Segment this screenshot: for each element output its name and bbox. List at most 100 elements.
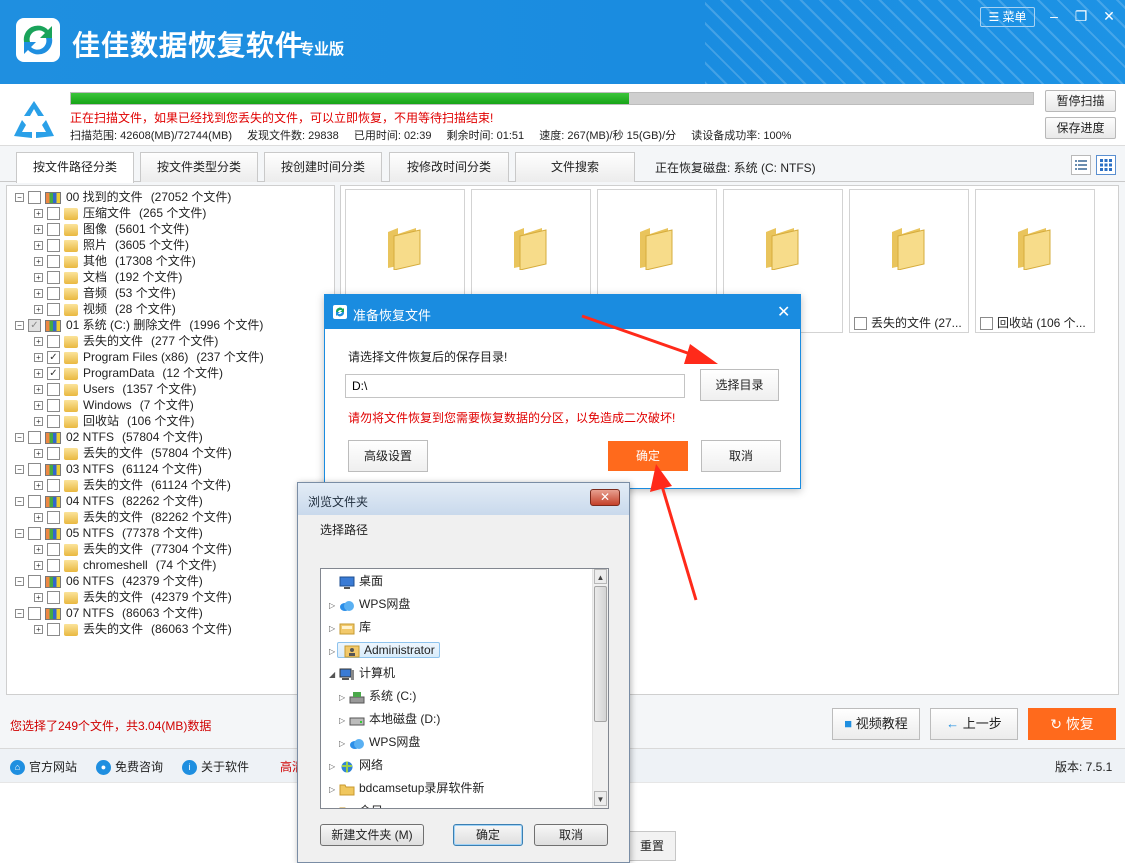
browse-ok-button[interactable]: 确定	[453, 824, 523, 846]
folder-tree-item[interactable]: ▷ 网络	[329, 755, 383, 776]
folder-tile[interactable]: 回收站 (106 个...	[975, 189, 1095, 333]
tree-checkbox[interactable]	[47, 223, 60, 237]
tree-checkbox[interactable]	[47, 271, 60, 285]
tree-checkbox[interactable]	[28, 527, 41, 541]
tree-checkbox[interactable]	[47, 303, 60, 317]
scroll-down-icon[interactable]: ▼	[594, 791, 607, 806]
tree-item[interactable]: − 00 找到的文件 (27052 个文件)	[15, 189, 231, 205]
tree-item[interactable]: − ✓ 01 系统 (C:) 删除文件 (1996 个文件)	[15, 317, 263, 333]
expand-icon[interactable]: ▷	[339, 687, 347, 708]
tree-item[interactable]: − 07 NTFS (86063 个文件)	[15, 605, 203, 621]
folder-tree-item[interactable]: ▷ 本地磁盘 (D:)	[339, 709, 440, 730]
tree-item[interactable]: + 回收站 (106 个文件)	[34, 413, 194, 429]
browse-cancel-button[interactable]: 取消	[534, 824, 608, 846]
folder-tile[interactable]: 丢失的文件 (27...	[849, 189, 969, 333]
save-progress-button[interactable]: 保存进度	[1045, 117, 1116, 139]
collapse-icon[interactable]: ◢	[329, 664, 337, 685]
tab-path[interactable]: 按文件路径分类	[16, 152, 134, 183]
tree-checkbox[interactable]	[28, 575, 41, 589]
tile-checkbox[interactable]	[980, 317, 993, 331]
tree-item[interactable]: − 02 NTFS (57804 个文件)	[15, 429, 203, 445]
folder-tree-item[interactable]: ▷ bdcamsetup录屏软件新	[329, 778, 484, 799]
expand-icon[interactable]: +	[34, 369, 43, 379]
collapse-icon[interactable]: −	[15, 497, 24, 507]
tree-item[interactable]: + 文档 (192 个文件)	[34, 269, 182, 285]
folder-tree-item[interactable]: ▷ 库	[329, 617, 371, 638]
tree-checkbox[interactable]	[47, 239, 60, 253]
expand-icon[interactable]: +	[34, 225, 43, 235]
folder-tree-item[interactable]: ▷ WPS网盘	[329, 594, 410, 615]
vertical-scrollbar[interactable]: ▲ ▼	[592, 569, 608, 808]
tree-checkbox[interactable]: ✓	[47, 351, 60, 365]
video-tutorial-button[interactable]: ■ 视频教程	[832, 708, 920, 740]
confirm-button[interactable]: 确定	[608, 441, 688, 471]
about-link[interactable]: i 关于软件	[182, 758, 249, 776]
expand-icon[interactable]: +	[34, 449, 43, 459]
tree-item[interactable]: + 丢失的文件 (277 个文件)	[34, 333, 218, 349]
tree-item[interactable]: + 图像 (5601 个文件)	[34, 221, 189, 237]
tree-checkbox[interactable]	[47, 415, 60, 429]
new-folder-button[interactable]: 新建文件夹 (M)	[320, 824, 424, 846]
selected-folder[interactable]: Administrator	[337, 642, 440, 658]
restore-icon[interactable]: ❐	[1073, 8, 1089, 24]
tree-checkbox[interactable]	[47, 543, 60, 557]
tree-item[interactable]: + 音频 (53 个文件)	[34, 285, 176, 301]
tree-item[interactable]: + 照片 (3605 个文件)	[34, 237, 189, 253]
folder-tree-item[interactable]: ▷ 系统 (C:)	[339, 686, 416, 707]
tree-checkbox[interactable]	[47, 623, 60, 637]
expand-icon[interactable]: +	[34, 241, 43, 251]
tree-item[interactable]: + 丢失的文件 (77304 个文件)	[34, 541, 232, 557]
folder-tree-item[interactable]: 桌面	[329, 571, 383, 592]
tree-checkbox[interactable]	[47, 335, 60, 349]
expand-icon[interactable]: +	[34, 625, 43, 635]
tree-item[interactable]: + 丢失的文件 (82262 个文件)	[34, 509, 232, 525]
tree-item[interactable]: + 丢失的文件 (42379 个文件)	[34, 589, 232, 605]
menu-button[interactable]: ☰ 菜单	[980, 7, 1035, 27]
recover-button[interactable]: ↻ 恢复	[1028, 708, 1116, 740]
collapse-icon[interactable]: −	[15, 321, 24, 331]
collapse-icon[interactable]: −	[15, 193, 24, 203]
collapse-icon[interactable]: −	[15, 433, 24, 443]
minimize-icon[interactable]: –	[1046, 8, 1062, 24]
tree-checkbox[interactable]	[47, 559, 60, 573]
tree-checkbox[interactable]	[47, 479, 60, 493]
tree-checkbox[interactable]	[28, 607, 41, 621]
cancel-button[interactable]: 取消	[701, 440, 781, 472]
tab-created[interactable]: 按创建时间分类	[264, 152, 382, 182]
tree-item[interactable]: + 丢失的文件 (86063 个文件)	[34, 621, 232, 637]
tree-item[interactable]: + 压缩文件 (265 个文件)	[34, 205, 206, 221]
tree-checkbox[interactable]	[28, 463, 41, 477]
expand-icon[interactable]: +	[34, 513, 43, 523]
grid-view-icon[interactable]	[1096, 155, 1116, 175]
expand-icon[interactable]: +	[34, 257, 43, 267]
tree-item[interactable]: − 03 NTFS (61124 个文件)	[15, 461, 202, 477]
tree-item[interactable]: + 其他 (17308 个文件)	[34, 253, 196, 269]
collapse-icon[interactable]: −	[15, 529, 24, 539]
tree-item[interactable]: + 视频 (28 个文件)	[34, 301, 176, 317]
scroll-up-icon[interactable]: ▲	[594, 569, 607, 584]
tab-search[interactable]: 文件搜索	[515, 152, 635, 182]
tree-item[interactable]: + chromeshell (74 个文件)	[34, 557, 216, 573]
tree-checkbox[interactable]	[28, 431, 41, 445]
expand-icon[interactable]: +	[34, 209, 43, 219]
close-icon[interactable]: ✕	[590, 489, 620, 506]
tree-item[interactable]: + ✓ Program Files (x86) (237 个文件)	[34, 349, 264, 365]
expand-icon[interactable]: +	[34, 305, 43, 315]
tile-checkbox[interactable]	[854, 317, 867, 331]
tree-checkbox[interactable]	[47, 511, 60, 525]
tab-type[interactable]: 按文件类型分类	[140, 152, 258, 182]
official-site-link[interactable]: ⌂ 官方网站	[10, 758, 77, 776]
expand-icon[interactable]: ▷	[329, 779, 337, 800]
expand-icon[interactable]: +	[34, 417, 43, 427]
expand-icon[interactable]: +	[34, 353, 43, 363]
tree-checkbox[interactable]	[28, 495, 41, 509]
save-path-input[interactable]	[345, 374, 685, 398]
expand-icon[interactable]: ▷	[329, 641, 337, 662]
expand-icon[interactable]: ▷	[339, 733, 347, 754]
tree-checkbox[interactable]	[47, 383, 60, 397]
expand-icon[interactable]: +	[34, 401, 43, 411]
expand-icon[interactable]: +	[34, 273, 43, 283]
close-icon[interactable]: ✕	[777, 302, 790, 322]
expand-icon[interactable]: +	[34, 481, 43, 491]
list-view-icon[interactable]	[1071, 155, 1091, 175]
